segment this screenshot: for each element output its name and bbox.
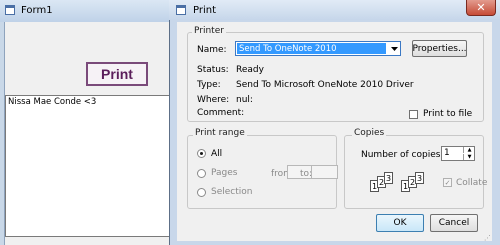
all-radio[interactable] bbox=[197, 149, 206, 158]
pages-radio[interactable] bbox=[197, 169, 206, 178]
spin-up-icon[interactable]: ▲ bbox=[463, 147, 475, 153]
dropdown-arrow-icon[interactable] bbox=[388, 42, 400, 55]
where-value: nul: bbox=[236, 95, 253, 105]
collate-checkbox[interactable]: ✓ bbox=[443, 178, 452, 187]
collate-label[interactable]: Collate bbox=[456, 178, 487, 188]
form1-title: Form1 bbox=[21, 5, 53, 16]
print-dialog-titlebar[interactable] bbox=[169, 0, 500, 20]
print-button[interactable]: Print bbox=[86, 62, 148, 86]
pages-radio-label[interactable]: Pages bbox=[211, 168, 237, 178]
print-to-file-checkbox[interactable] bbox=[409, 110, 418, 119]
window-icon bbox=[5, 5, 15, 15]
to-page-input[interactable] bbox=[311, 165, 338, 179]
text-box-value: Nissa Mae Conde <3 bbox=[8, 97, 97, 107]
status-value: Ready bbox=[236, 65, 264, 75]
type-value: Send To Microsoft OneNote 2010 Driver bbox=[236, 80, 414, 90]
print-dialog-title: Print bbox=[193, 5, 217, 16]
window-icon bbox=[176, 5, 186, 15]
number-of-copies-value: 1 bbox=[444, 148, 450, 158]
status-label: Status: bbox=[197, 65, 229, 75]
collate-page-icon: 3 bbox=[415, 172, 424, 184]
number-of-copies-label: Number of copies: bbox=[361, 150, 444, 160]
printer-group-label: Printer bbox=[192, 26, 226, 36]
selection-radio-label[interactable]: Selection bbox=[211, 187, 252, 197]
all-radio-label[interactable]: All bbox=[211, 149, 222, 159]
type-label: Type: bbox=[197, 80, 221, 90]
selection-radio[interactable] bbox=[197, 188, 206, 197]
printer-name-label: Name: bbox=[197, 45, 227, 55]
close-icon[interactable]: ✕ bbox=[466, 0, 496, 16]
spin-down-icon[interactable]: ▼ bbox=[463, 154, 475, 160]
cancel-button[interactable]: Cancel bbox=[430, 214, 478, 232]
print-range-label: Print range bbox=[193, 128, 247, 138]
properties-button[interactable]: Properties... bbox=[412, 40, 467, 57]
selected-printer: Send To OneNote 2010 bbox=[239, 44, 337, 54]
resize-grip-icon[interactable]: ⋰ bbox=[484, 234, 494, 244]
text-box[interactable] bbox=[5, 95, 175, 237]
comment-label: Comment: bbox=[197, 108, 245, 118]
copies-label: Copies bbox=[352, 128, 387, 138]
print-to-file-label[interactable]: Print to file bbox=[423, 109, 472, 119]
where-label: Where: bbox=[197, 95, 230, 105]
collate-page-icon: 3 bbox=[384, 172, 393, 184]
ok-button[interactable]: OK bbox=[376, 214, 424, 232]
